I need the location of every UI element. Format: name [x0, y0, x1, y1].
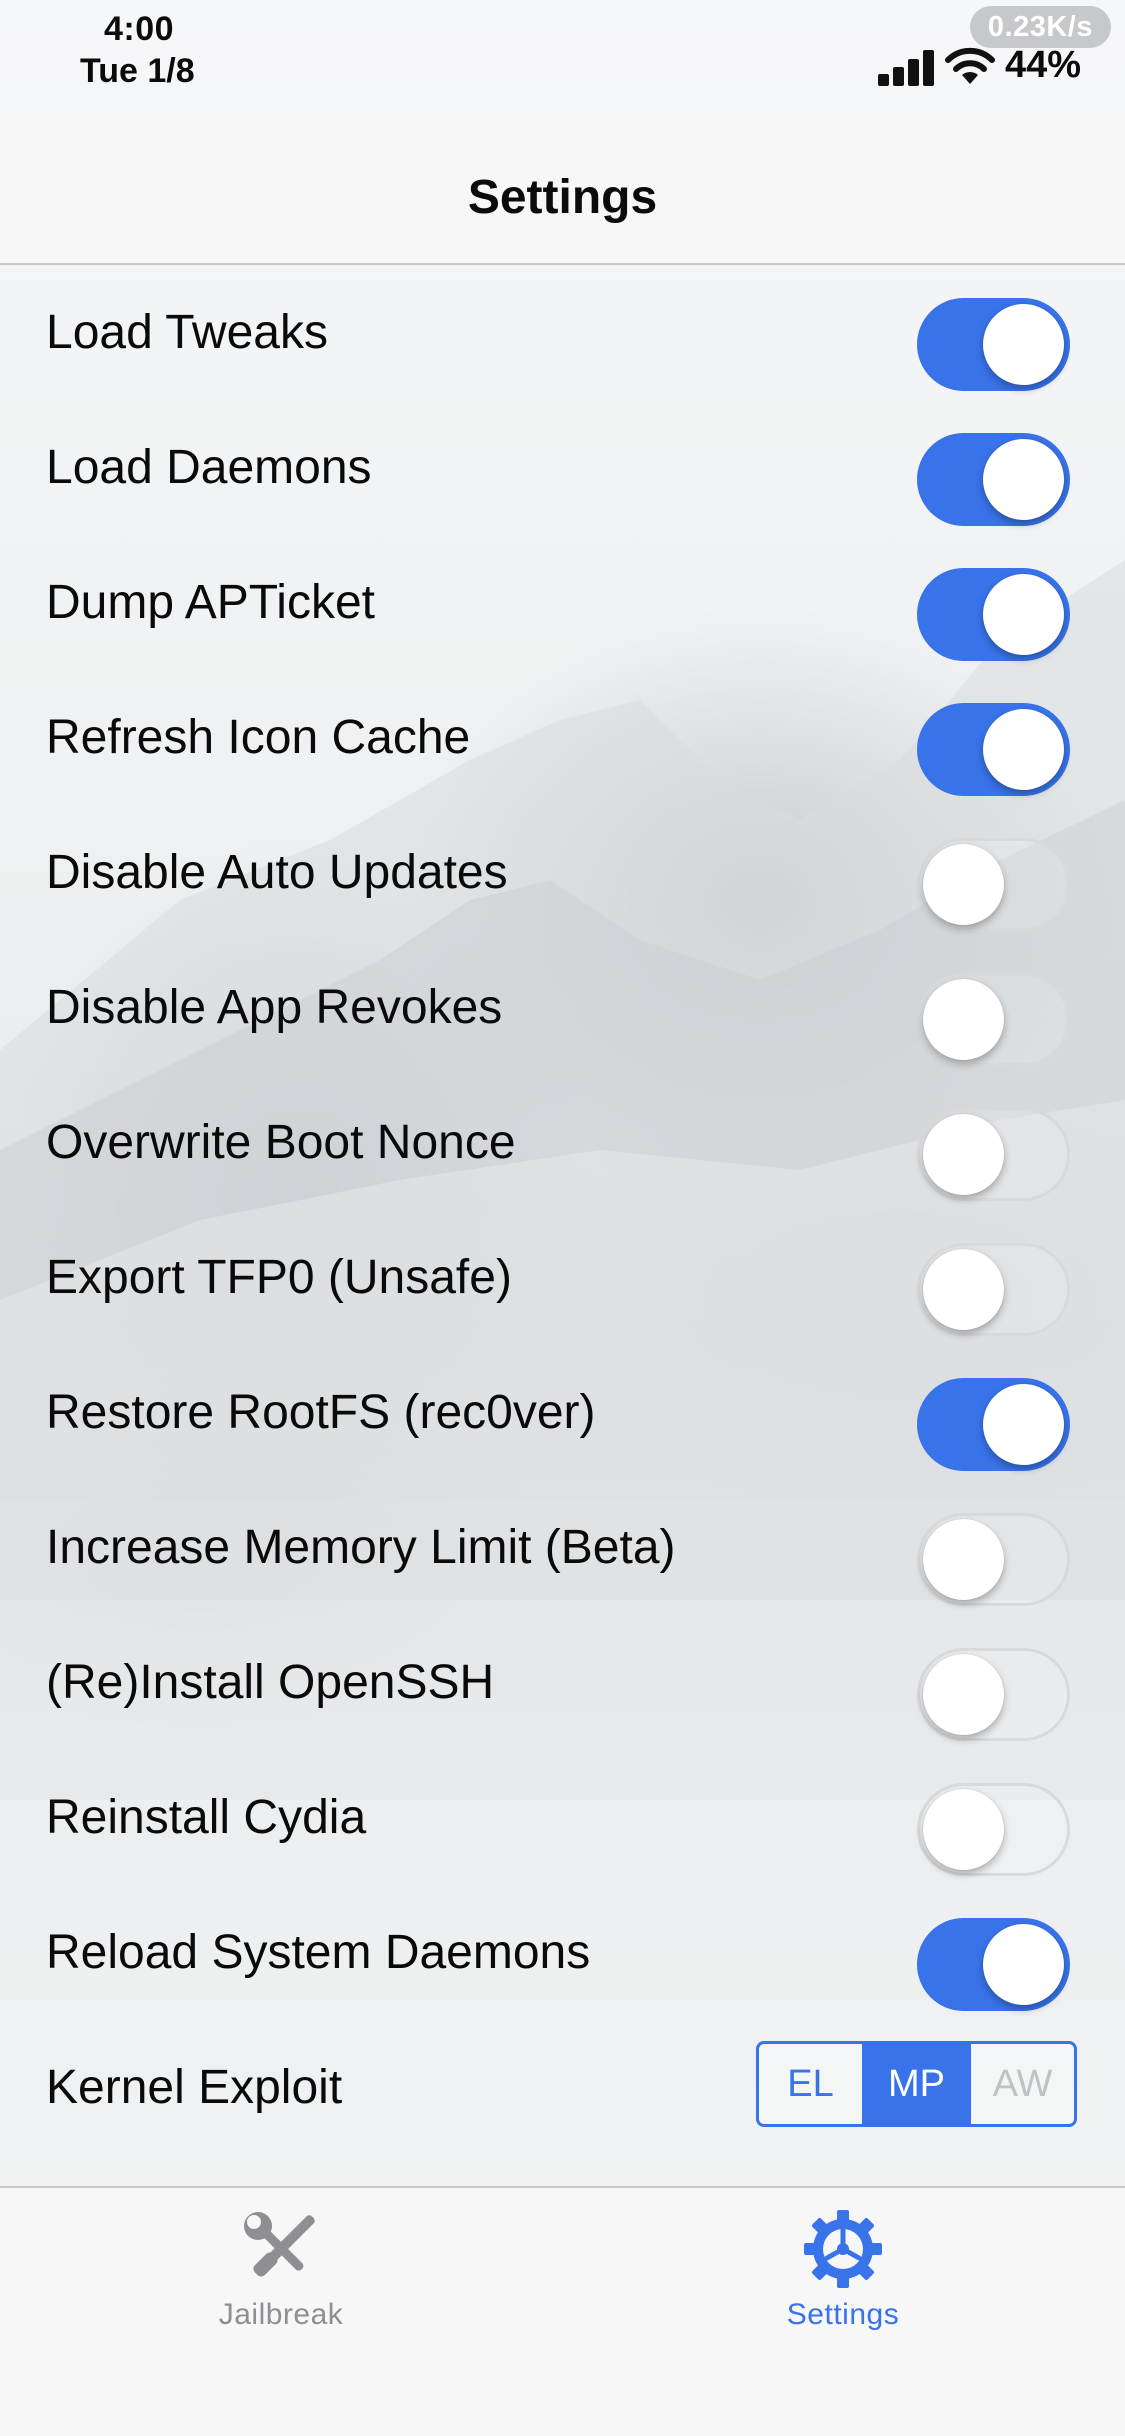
- toggle-knob: [923, 1114, 1004, 1195]
- toggle-knob: [923, 1519, 1004, 1600]
- gear-icon: [804, 2210, 882, 2288]
- disable-auto-updates-toggle[interactable]: [917, 838, 1070, 931]
- toggle-knob: [923, 979, 1004, 1060]
- navigation-bar: Settings: [0, 110, 1125, 265]
- reload-system-daemons-toggle[interactable]: [917, 1918, 1070, 2011]
- setting-row-overwrite-boot-nonce: Overwrite Boot Nonce: [0, 1075, 1125, 1210]
- toggle-knob: [983, 304, 1064, 385]
- settings-list: Load Tweaks Load Daemons Dump APTicket R…: [0, 265, 1125, 2155]
- setting-row-reinstall-cydia: Reinstall Cydia: [0, 1750, 1125, 1885]
- refresh-icon-cache-toggle[interactable]: [917, 703, 1070, 796]
- reinstall-openssh-toggle[interactable]: [917, 1648, 1070, 1741]
- increase-memory-limit-toggle[interactable]: [917, 1513, 1070, 1606]
- setting-label: Refresh Icon Cache: [46, 711, 471, 764]
- network-speed-badge: 0.23K/s: [969, 6, 1111, 48]
- setting-label: Disable Auto Updates: [46, 846, 508, 899]
- setting-row-load-tweaks: Load Tweaks: [0, 265, 1125, 400]
- setting-row-reload-system-daemons: Reload System Daemons: [0, 1885, 1125, 2020]
- tab-jailbreak[interactable]: Jailbreak: [131, 2208, 431, 2332]
- status-time: 4:00: [104, 10, 175, 48]
- kernel-exploit-segmented-control: EL MP AW: [756, 2041, 1077, 2127]
- exploit-option-mp[interactable]: MP: [865, 2044, 971, 2124]
- wifi-icon: [945, 47, 995, 84]
- setting-row-dump-apticket: Dump APTicket: [0, 535, 1125, 670]
- exploit-option-aw[interactable]: AW: [971, 2044, 1074, 2124]
- exploit-option-el[interactable]: EL: [759, 2044, 865, 2124]
- tab-label: Jailbreak: [218, 2298, 344, 2331]
- setting-label: Load Daemons: [46, 441, 372, 494]
- restore-rootfs-toggle[interactable]: [917, 1378, 1070, 1471]
- setting-label: Dump APTicket: [46, 576, 375, 629]
- setting-row-disable-auto-updates: Disable Auto Updates: [0, 805, 1125, 940]
- setting-label: Reload System Daemons: [46, 1926, 591, 1979]
- dump-apticket-toggle[interactable]: [917, 568, 1070, 661]
- setting-label: Disable App Revokes: [46, 981, 503, 1034]
- load-daemons-toggle[interactable]: [917, 433, 1070, 526]
- tab-bar: Jailbreak Settings: [0, 2186, 1125, 2436]
- setting-label: Restore RootFS (rec0ver): [46, 1386, 596, 1439]
- status-bar: 4:00 Tue 1/8 0.23K/s 44%: [0, 0, 1125, 110]
- toggle-knob: [983, 439, 1064, 520]
- toggle-knob: [923, 844, 1004, 925]
- setting-row-load-daemons: Load Daemons: [0, 400, 1125, 535]
- battery-percentage: 44%: [1005, 44, 1082, 86]
- setting-row-refresh-icon-cache: Refresh Icon Cache: [0, 670, 1125, 805]
- tab-settings[interactable]: Settings: [693, 2208, 993, 2332]
- setting-row-increase-memory-limit: Increase Memory Limit (Beta): [0, 1480, 1125, 1615]
- toggle-knob: [923, 1654, 1004, 1735]
- toggle-knob: [983, 1924, 1064, 2005]
- setting-row-export-tfp0: Export TFP0 (Unsafe): [0, 1210, 1125, 1345]
- tab-label: Settings: [786, 2298, 900, 2331]
- setting-label: Overwrite Boot Nonce: [46, 1116, 516, 1169]
- cellular-signal-icon: [878, 48, 934, 86]
- status-date: Tue 1/8: [80, 52, 195, 90]
- setting-row-reinstall-openssh: (Re)Install OpenSSH: [0, 1615, 1125, 1750]
- toggle-knob: [983, 574, 1064, 655]
- disable-app-revokes-toggle[interactable]: [917, 973, 1070, 1066]
- setting-label: Increase Memory Limit (Beta): [46, 1521, 676, 1574]
- toggle-knob: [983, 1384, 1064, 1465]
- overwrite-boot-nonce-toggle[interactable]: [917, 1108, 1070, 1201]
- tools-icon: [244, 2212, 315, 2277]
- setting-label: Reinstall Cydia: [46, 1791, 367, 1844]
- setting-row-disable-app-revokes: Disable App Revokes: [0, 940, 1125, 1075]
- reinstall-cydia-toggle[interactable]: [917, 1783, 1070, 1876]
- setting-label: Load Tweaks: [46, 306, 328, 359]
- setting-row-restore-rootfs: Restore RootFS (rec0ver): [0, 1345, 1125, 1480]
- export-tfp0-toggle[interactable]: [917, 1243, 1070, 1336]
- setting-label: (Re)Install OpenSSH: [46, 1656, 495, 1709]
- setting-label: Kernel Exploit: [46, 2061, 343, 2114]
- toggle-knob: [923, 1249, 1004, 1330]
- toggle-knob: [983, 709, 1064, 790]
- page-title: Settings: [467, 171, 658, 224]
- toggle-knob: [923, 1789, 1004, 1870]
- load-tweaks-toggle[interactable]: [917, 298, 1070, 391]
- setting-row-kernel-exploit: Kernel Exploit EL MP AW: [0, 2020, 1125, 2155]
- setting-label: Export TFP0 (Unsafe): [46, 1251, 512, 1304]
